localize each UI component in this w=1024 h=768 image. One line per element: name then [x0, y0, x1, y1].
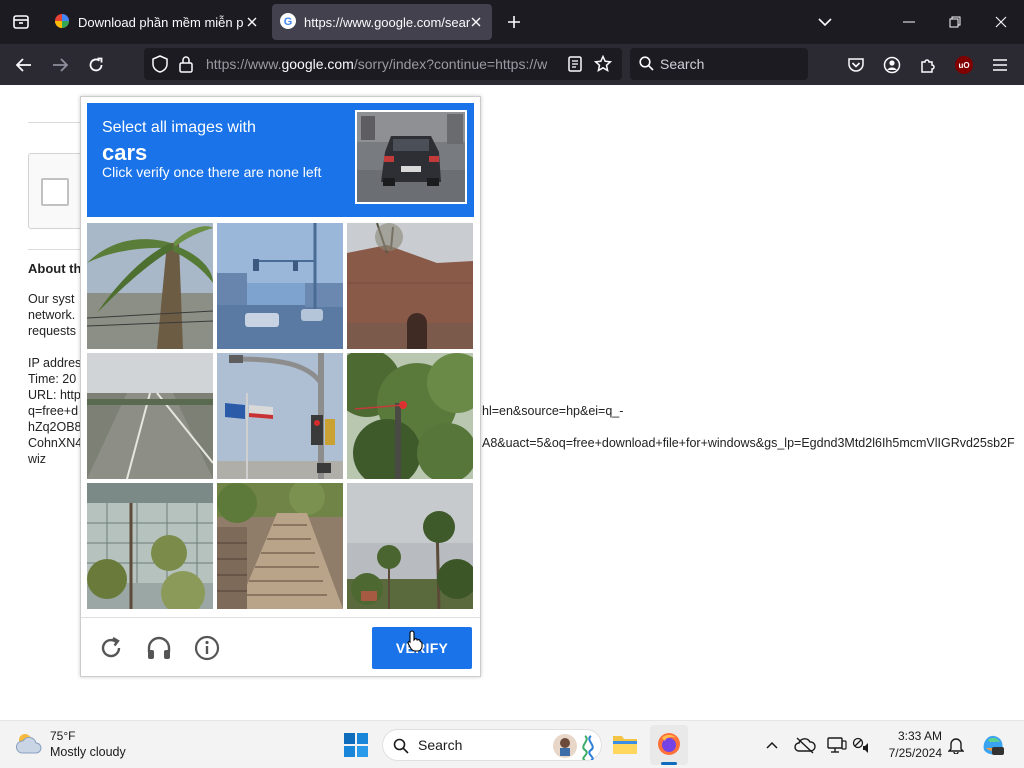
weather-description[interactable]: Mostly cloudy: [50, 745, 126, 759]
close-window-icon[interactable]: [978, 0, 1024, 44]
tab-title: https://www.google.com/sear: [304, 14, 470, 30]
url-line: wiz: [28, 452, 47, 466]
tab-title: Download phần mềm miễn phí: [78, 14, 244, 30]
url-line: hZq2OB8: [28, 420, 82, 434]
instruction-text: Select all images with: [102, 119, 256, 136]
image-tile[interactable]: [217, 223, 343, 349]
image-tile[interactable]: [87, 483, 213, 609]
body-line: requests: [28, 324, 76, 338]
search-icon: [639, 56, 654, 76]
ublock-origin-icon[interactable]: uO: [949, 50, 979, 80]
info-icon[interactable]: [191, 632, 223, 664]
target-object-text: cars: [102, 140, 148, 165]
sample-car-image: [355, 110, 467, 204]
reload-icon[interactable]: [81, 50, 111, 80]
copilot-icon[interactable]: [980, 732, 1006, 763]
tab-list-icon[interactable]: [0, 0, 42, 44]
image-tile[interactable]: [87, 223, 213, 349]
audio-challenge-headphones-icon[interactable]: [143, 632, 175, 664]
ip-address-line: IP addres: [28, 356, 82, 370]
url-line: q=free+d: [28, 404, 79, 418]
browser-navigation-bar: https://www.google.com/sorry/index?conti…: [0, 44, 1024, 85]
tracking-shield-icon[interactable]: [152, 55, 168, 78]
recaptcha-challenge: Select all images with cars Click verify…: [80, 96, 481, 677]
notification-bell-icon[interactable]: [944, 733, 968, 757]
url-text: https://www.google.com/sorry/index?conti…: [206, 56, 548, 72]
browser-tab-bar: Download phần mềm miễn phí G https://www…: [0, 0, 1024, 44]
divider: [28, 249, 88, 250]
search-input[interactable]: Search: [630, 48, 808, 80]
tab-download[interactable]: Download phần mềm miễn phí: [46, 4, 268, 40]
close-tab-icon[interactable]: [466, 12, 486, 32]
image-tile[interactable]: [217, 353, 343, 479]
windows-start-icon[interactable]: [344, 733, 368, 762]
url-fragment: A8&uact=5&oq=free+download+file+for+wind…: [482, 436, 1015, 450]
weather-temperature[interactable]: 75°F: [50, 729, 75, 743]
favicon-icon: [54, 13, 70, 32]
back-arrow-icon[interactable]: [9, 50, 39, 80]
url-fragment: hl=en&source=hp&ei=q_-: [482, 404, 624, 418]
chevron-up-icon[interactable]: [760, 733, 784, 757]
firefox-icon: [657, 732, 681, 761]
body-line: Our syst: [28, 292, 75, 306]
taskbar-search-box[interactable]: Search: [382, 729, 602, 761]
url-line: CohnXN4: [28, 436, 83, 450]
display-icon[interactable]: [825, 733, 849, 757]
mouse-pointer-icon: [407, 630, 423, 657]
about-heading: About th: [28, 261, 82, 276]
instruction-subtext: Click verify once there are none left: [102, 164, 322, 180]
hamburger-menu-icon[interactable]: [985, 50, 1015, 80]
extensions-puzzle-icon[interactable]: [913, 50, 943, 80]
tab-overflow-chevron-icon[interactable]: [802, 0, 848, 44]
image-tile[interactable]: [347, 223, 473, 349]
image-tile[interactable]: [347, 483, 473, 609]
bookmark-star-icon[interactable]: [593, 54, 613, 78]
firefox-taskbar-button[interactable]: [650, 725, 688, 765]
restore-icon[interactable]: [932, 0, 978, 44]
svg-text:G: G: [284, 16, 293, 28]
clock-date[interactable]: 7/25/2024: [884, 746, 942, 760]
divider: [81, 617, 480, 618]
tab-google[interactable]: G https://www.google.com/sear: [272, 4, 492, 40]
reader-view-icon[interactable]: [568, 56, 582, 77]
forward-arrow-icon[interactable]: [45, 50, 75, 80]
address-bar[interactable]: https://www.google.com/sorry/index?conti…: [144, 48, 622, 80]
network-volume-icon[interactable]: [850, 733, 874, 757]
pocket-icon[interactable]: [841, 50, 871, 80]
active-app-indicator: [661, 762, 677, 765]
image-tile[interactable]: [87, 353, 213, 479]
minimize-icon[interactable]: [886, 0, 932, 44]
image-grid: [87, 223, 474, 610]
account-icon[interactable]: [877, 50, 907, 80]
recaptcha-checkbox[interactable]: [41, 178, 69, 206]
windows-taskbar: 75°F Mostly cloudy Search 3:33 AM 7/25/2…: [0, 720, 1024, 768]
new-tab-icon[interactable]: [502, 10, 526, 34]
image-tile[interactable]: [347, 353, 473, 479]
challenge-header: Select all images with cars Click verify…: [87, 103, 474, 217]
url-line: URL: http: [28, 388, 81, 402]
image-tile[interactable]: [217, 483, 343, 609]
search-label: Search: [418, 737, 463, 753]
google-favicon-icon: G: [280, 12, 296, 32]
search-placeholder: Search: [660, 56, 705, 72]
file-explorer-icon[interactable]: [612, 732, 638, 761]
clock-time[interactable]: 3:33 AM: [896, 729, 942, 743]
search-icon: [393, 738, 409, 759]
close-tab-icon[interactable]: [242, 12, 262, 32]
weather-cloud-icon[interactable]: [14, 731, 44, 760]
divider: [28, 122, 88, 123]
lock-icon[interactable]: [179, 55, 193, 78]
body-line: network.: [28, 308, 76, 322]
reload-challenge-icon[interactable]: [95, 632, 127, 664]
time-line: Time: 20: [28, 372, 77, 386]
search-highlight-icon: [551, 732, 599, 765]
onedrive-offline-icon[interactable]: [793, 733, 817, 757]
